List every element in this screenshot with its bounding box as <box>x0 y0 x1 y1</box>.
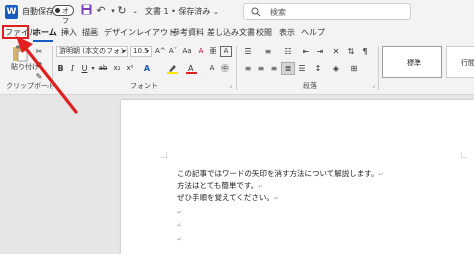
document-line: ↵ <box>177 222 183 229</box>
asian-layout-icon[interactable]: ✕ <box>330 46 342 57</box>
borders-icon[interactable]: ⊞ <box>348 63 360 74</box>
superscript-button[interactable]: x² <box>125 63 135 74</box>
phonetic-guide-button[interactable]: 亜 <box>208 46 218 57</box>
svg-text:A: A <box>188 64 194 73</box>
bullets-icon[interactable]: ☰ <box>242 46 254 57</box>
line-spacing-icon[interactable]: ↕ <box>312 63 324 74</box>
document-line: 方法はとても簡単です。↵ <box>177 181 264 190</box>
underline-dropdown-icon[interactable]: ▾ <box>90 63 96 74</box>
align-left-icon[interactable]: ≡ <box>242 63 254 74</box>
autosave-toggle[interactable]: オフ <box>52 5 74 25</box>
group-label-font: フォント <box>130 82 158 90</box>
file-tab-highlight <box>2 25 29 39</box>
ribbon: 貼り付け ✂ ⧉ ✎ クリップボード ⌟ 游明朝 (本文のフォント ▾ 10.5 ▾… <box>0 42 474 95</box>
search-icon <box>251 7 261 17</box>
font-launcher-icon[interactable]: ⌟ <box>229 82 232 89</box>
word-app-icon: W <box>5 5 18 19</box>
shading-icon[interactable]: A <box>206 63 218 74</box>
divider <box>52 46 53 90</box>
multilevel-list-icon[interactable]: ☷ <box>282 46 294 57</box>
toggle-knob <box>55 8 60 13</box>
autosave-state: オフ <box>62 7 69 25</box>
font-size-select[interactable]: 10.5 ▾ <box>130 46 152 57</box>
tab-home[interactable]: ホーム <box>33 27 57 38</box>
autosave-label: 自動保存 <box>22 7 54 16</box>
sort-icon[interactable]: ⇅ <box>345 46 357 57</box>
increase-indent-icon[interactable]: ⇥ <box>314 46 326 57</box>
style-no-spacing[interactable]: 行間詰 <box>446 46 474 78</box>
title-bar: W 自動保存 オフ ↶ ▾ ↻ ⌄ 文書 1 • 保存済み ⌄ 検索 <box>0 0 474 25</box>
document-line: この記事ではワードの矢印を消す方法について解説します。↵ <box>177 169 384 178</box>
margin-corner-mark <box>161 152 167 158</box>
numbering-icon[interactable]: ≡ <box>262 46 274 57</box>
tab-design[interactable]: デザイン <box>104 27 136 38</box>
strikethrough-button[interactable]: ab <box>97 63 109 74</box>
enclose-characters-icon[interactable]: ㊥ <box>220 63 230 74</box>
distributed-icon[interactable]: ☰ <box>296 63 308 74</box>
tab-draw[interactable]: 描画 <box>82 27 98 38</box>
tab-help[interactable]: ヘルプ <box>301 27 325 38</box>
bold-button[interactable]: B <box>56 63 65 74</box>
tab-view[interactable]: 表示 <box>279 27 295 38</box>
undo-icon[interactable]: ↶ <box>95 4 107 18</box>
shrink-font-button[interactable]: Aˇ <box>168 46 178 57</box>
shading-paragraph-icon[interactable]: ◈ <box>330 63 342 74</box>
group-label-paragraph: 段落 <box>303 82 317 90</box>
font-color-icon[interactable]: A <box>185 63 197 74</box>
align-center-icon[interactable]: ≡ <box>255 63 267 74</box>
align-right-icon[interactable]: ≡ <box>268 63 280 74</box>
margin-corner-mark <box>461 152 467 158</box>
redo-icon[interactable]: ↻ <box>116 4 128 18</box>
document-line: ぜひ手順を覚えてください。↵ <box>177 193 279 202</box>
clear-format-button[interactable]: A <box>196 46 206 57</box>
show-marks-icon[interactable]: ¶ <box>360 46 370 57</box>
document-page[interactable]: この記事ではワードの矢印を消す方法について解説します。↵ 方法はとても簡単です。… <box>121 100 474 254</box>
text-effects-icon[interactable]: A <box>141 63 153 74</box>
font-name-select[interactable]: 游明朝 (本文のフォント ▾ <box>56 46 128 57</box>
divider <box>378 46 379 90</box>
character-border-button[interactable]: A <box>220 46 232 57</box>
search-input[interactable]: 検索 <box>243 3 411 20</box>
search-placeholder: 検索 <box>270 8 286 17</box>
qat-customize-icon[interactable]: ⌄ <box>129 4 141 18</box>
highlight-color-icon[interactable] <box>166 63 178 74</box>
tab-mailings[interactable]: 差し込み文書 <box>207 27 255 38</box>
clipboard-launcher-icon[interactable]: ⌟ <box>46 82 49 89</box>
ribbon-tabs: ファイル ホーム 挿入 描画 デザイン レイアウト 参考資料 差し込み文書 校閲… <box>0 24 474 42</box>
justify-icon[interactable]: ≣ <box>281 62 295 75</box>
paragraph-launcher-icon[interactable]: ⌟ <box>372 82 375 89</box>
copy-icon[interactable]: ⧉ <box>34 59 44 70</box>
tab-review[interactable]: 校閲 <box>256 27 272 38</box>
document-title[interactable]: 文書 1 • 保存済み ⌄ <box>145 6 219 17</box>
divider <box>236 46 237 90</box>
change-case-button[interactable]: Aa <box>181 46 193 57</box>
decrease-indent-icon[interactable]: ⇤ <box>300 46 312 57</box>
cut-icon[interactable]: ✂ <box>34 46 44 57</box>
tab-insert[interactable]: 挿入 <box>61 27 77 38</box>
tab-references[interactable]: 参考資料 <box>172 27 204 38</box>
style-normal[interactable]: 標準 <box>382 46 442 78</box>
tab-layout[interactable]: レイアウト <box>136 27 176 38</box>
italic-button[interactable]: I <box>68 63 77 74</box>
document-line: ↵ <box>177 236 183 243</box>
document-line: ↵ <box>177 209 183 216</box>
grow-font-button[interactable]: A^ <box>155 46 166 57</box>
save-icon[interactable] <box>80 4 92 18</box>
subscript-button[interactable]: x₂ <box>112 63 122 74</box>
underline-button[interactable]: U <box>80 63 89 74</box>
